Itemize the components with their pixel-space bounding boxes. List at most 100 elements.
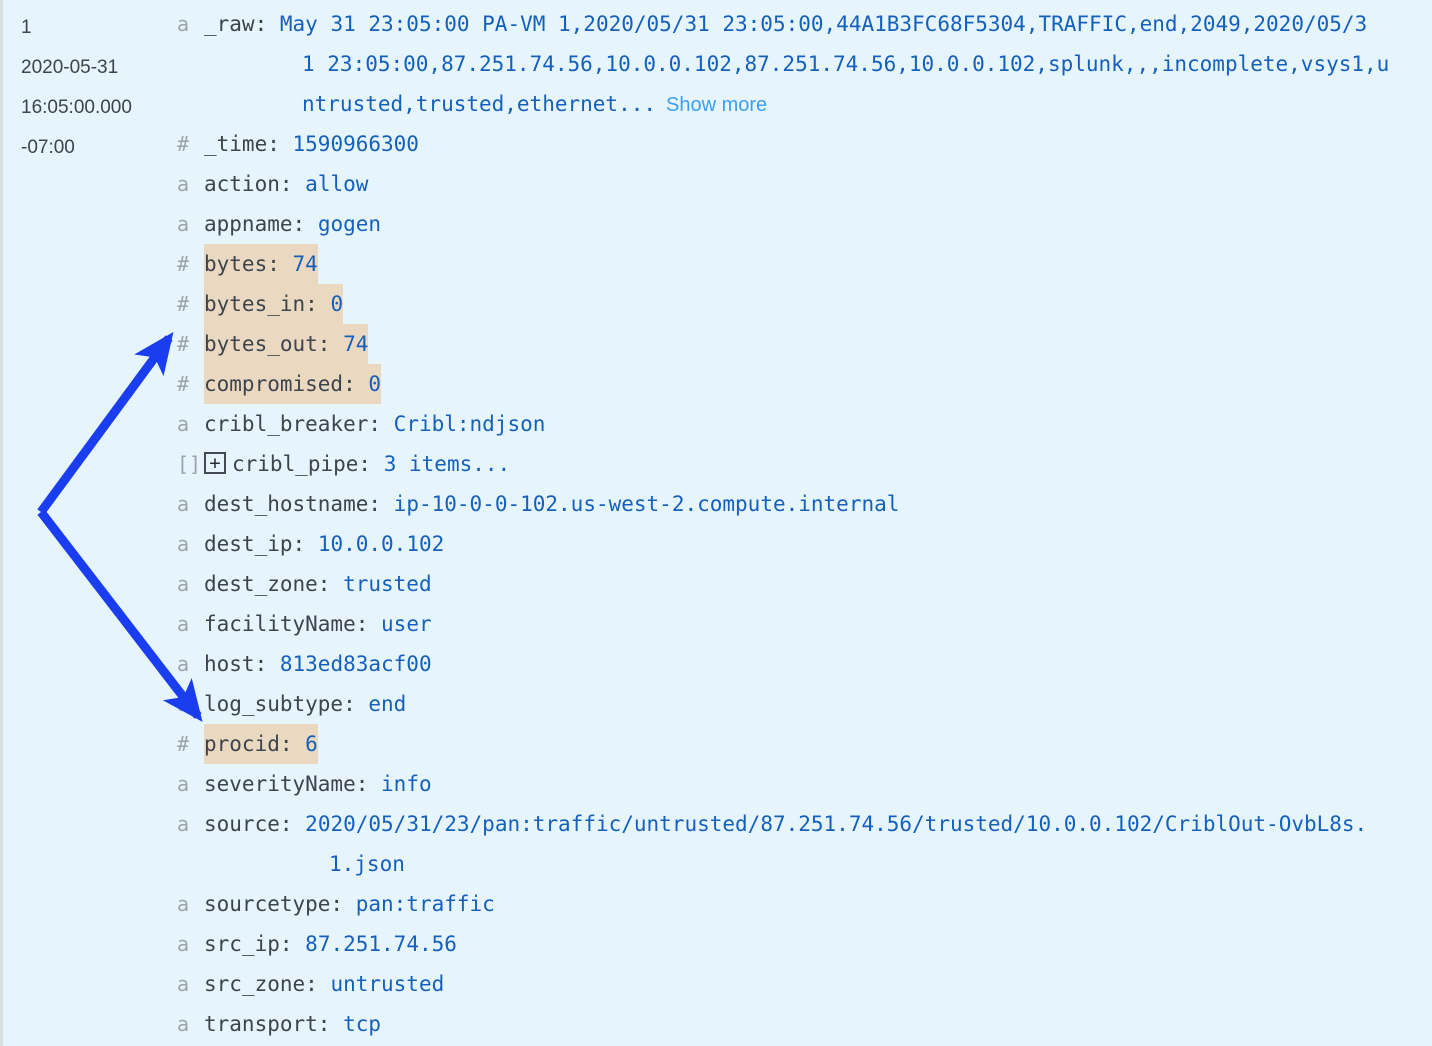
field-body: host: 813ed83acf00 — [204, 644, 432, 684]
field-row: # bytes_in: 0 — [177, 284, 1432, 324]
event-fields-upper: # _time: 1590966300 a action: allow a appname… — [177, 124, 1432, 804]
field-row-source: a source: 2020/05/31/23/pan:traffic/untru… — [177, 804, 1432, 884]
field-body: action: allow — [204, 164, 368, 204]
field-name: dest_zone: — [204, 572, 331, 596]
type-glyph-string-icon: a — [177, 532, 190, 556]
type-glyph-number-icon: # — [177, 292, 190, 316]
field-row: a src_zone: untrusted — [177, 964, 1432, 1004]
event-fields-lower: a sourcetype: pan:traffic a src_ip: 87.251.… — [177, 884, 1432, 1044]
field-body: procid: 6 — [204, 724, 318, 764]
field-row: a appname: gogen — [177, 204, 1432, 244]
type-glyph-array-icon: [] — [177, 452, 202, 476]
search-event-result: 1 2020-05-31 16:05:00.000 -07:00 a _raw: … — [0, 0, 1432, 1046]
field-row: # procid: 6 — [177, 724, 1432, 764]
field-body: dest_hostname: ip-10-0-0-102.us-west-2.c… — [204, 484, 899, 524]
type-glyph-number-icon: # — [177, 732, 190, 756]
field-row: a cribl_breaker: Cribl:ndjson — [177, 404, 1432, 444]
field-value[interactable]: trusted — [343, 572, 432, 596]
type-glyph-string-icon: a — [177, 652, 190, 676]
field-value[interactable]: allow — [305, 172, 368, 196]
field-value[interactable]: info — [381, 772, 432, 796]
field-body: log_subtype: end — [204, 684, 406, 724]
field-value[interactable]: 1590966300 — [293, 132, 419, 156]
field-body: src_ip: 87.251.74.56 — [204, 924, 457, 964]
raw-line-2: 1 23:05:00,87.251.74.56,10.0.0.102,87.25… — [204, 44, 1389, 84]
field-row: a transport: tcp — [177, 1004, 1432, 1044]
field-name: facilityName: — [204, 612, 369, 636]
field-value[interactable]: end — [368, 692, 406, 716]
expand-plus-icon[interactable]: + — [204, 452, 226, 474]
field-value[interactable]: Cribl:ndjson — [394, 412, 546, 436]
field-name: appname: — [204, 212, 306, 236]
field-body: facilityName: user — [204, 604, 432, 644]
field-name: src_ip: — [204, 932, 293, 956]
source-value-line-2: 1.json — [329, 852, 405, 876]
field-name-source: source: — [204, 812, 293, 836]
type-glyph-string-icon: a — [177, 12, 190, 36]
field-value[interactable]: 6 — [305, 732, 318, 756]
field-name: action: — [204, 172, 293, 196]
field-value[interactable]: 0 — [330, 292, 343, 316]
type-glyph-string-icon: a — [177, 172, 190, 196]
field-body: compromised: 0 — [204, 364, 382, 404]
field-body: + cribl_pipe: 3 items... — [204, 444, 510, 484]
source-value-block: source: 2020/05/31/23/pan:traffic/untrus… — [204, 804, 1367, 884]
type-glyph-string-icon: a — [177, 212, 190, 236]
event-timestamp-time: 16:05:00.000 — [21, 97, 132, 118]
field-row: a dest_hostname: ip-10-0-0-102.us-west-2.… — [177, 484, 1432, 524]
field-value[interactable]: 10.0.0.102 — [318, 532, 444, 556]
field-row: a sourcetype: pan:traffic — [177, 884, 1432, 924]
type-glyph-string-icon: a — [177, 572, 190, 596]
field-value[interactable]: user — [381, 612, 432, 636]
field-body: bytes: 74 — [204, 244, 318, 284]
raw-value-block: _raw: May 31 23:05:00 PA-VM 1,2020/05/31… — [204, 4, 1389, 124]
field-value[interactable]: 74 — [293, 252, 318, 276]
field-row: a action: allow — [177, 164, 1432, 204]
show-more-link[interactable]: Show more — [656, 94, 767, 116]
field-value[interactable]: 74 — [343, 332, 368, 356]
field-row: a severityName: info — [177, 764, 1432, 804]
field-row: a src_ip: 87.251.74.56 — [177, 924, 1432, 964]
type-glyph-number-icon: # — [177, 252, 190, 276]
type-glyph-number-icon: # — [177, 372, 190, 396]
field-value[interactable]: ip-10-0-0-102.us-west-2.compute.internal — [394, 492, 900, 516]
field-value[interactable]: tcp — [343, 1012, 381, 1036]
field-name-raw: _raw: — [204, 12, 268, 36]
field-name: cribl_breaker: — [204, 412, 382, 436]
field-value[interactable]: untrusted — [330, 972, 444, 996]
field-value[interactable]: 87.251.74.56 — [305, 932, 457, 956]
field-body: cribl_breaker: Cribl:ndjson — [204, 404, 545, 444]
type-glyph-string-icon: a — [177, 812, 190, 836]
field-body: dest_zone: trusted — [204, 564, 432, 604]
field-name: severityName: — [204, 772, 369, 796]
type-glyph-string-icon: a — [177, 412, 190, 436]
field-body: sourcetype: pan:traffic — [204, 884, 495, 924]
field-value[interactable]: 813ed83acf00 — [280, 652, 432, 676]
raw-text-line-1: May 31 23:05:00 PA-VM 1,2020/05/31 23:05… — [279, 12, 1368, 36]
raw-line-1: _raw: May 31 23:05:00 PA-VM 1,2020/05/31… — [204, 4, 1389, 44]
field-name: src_zone: — [204, 972, 318, 996]
field-row: # bytes_out: 74 — [177, 324, 1432, 364]
type-glyph-string-icon: a — [177, 492, 190, 516]
field-value[interactable]: 3 items... — [384, 452, 510, 476]
field-body: dest_ip: 10.0.0.102 — [204, 524, 444, 564]
field-row: # bytes: 74 — [177, 244, 1432, 284]
type-glyph-string-icon: a — [177, 892, 190, 916]
arrow-to-bytes-out — [37, 331, 174, 515]
field-name: bytes: — [204, 252, 280, 276]
event-timestamp-offset: -07:00 — [21, 137, 75, 158]
field-row: a dest_zone: trusted — [177, 564, 1432, 604]
field-name: bytes_in: — [204, 292, 318, 316]
field-value[interactable]: gogen — [318, 212, 381, 236]
field-value[interactable]: 0 — [368, 372, 381, 396]
field-name: cribl_pipe: — [232, 452, 372, 476]
field-body: bytes_in: 0 — [204, 284, 344, 324]
type-glyph-string-icon: a — [177, 932, 190, 956]
type-glyph-string-icon: a — [177, 1012, 190, 1036]
field-row: a log_subtype: end — [177, 684, 1432, 724]
field-value[interactable]: pan:traffic — [356, 892, 495, 916]
field-row: a dest_ip: 10.0.0.102 — [177, 524, 1432, 564]
source-line-1: source: 2020/05/31/23/pan:traffic/untrus… — [204, 804, 1367, 844]
type-glyph-string-icon: a — [177, 692, 190, 716]
type-glyph-number-icon: # — [177, 332, 190, 356]
